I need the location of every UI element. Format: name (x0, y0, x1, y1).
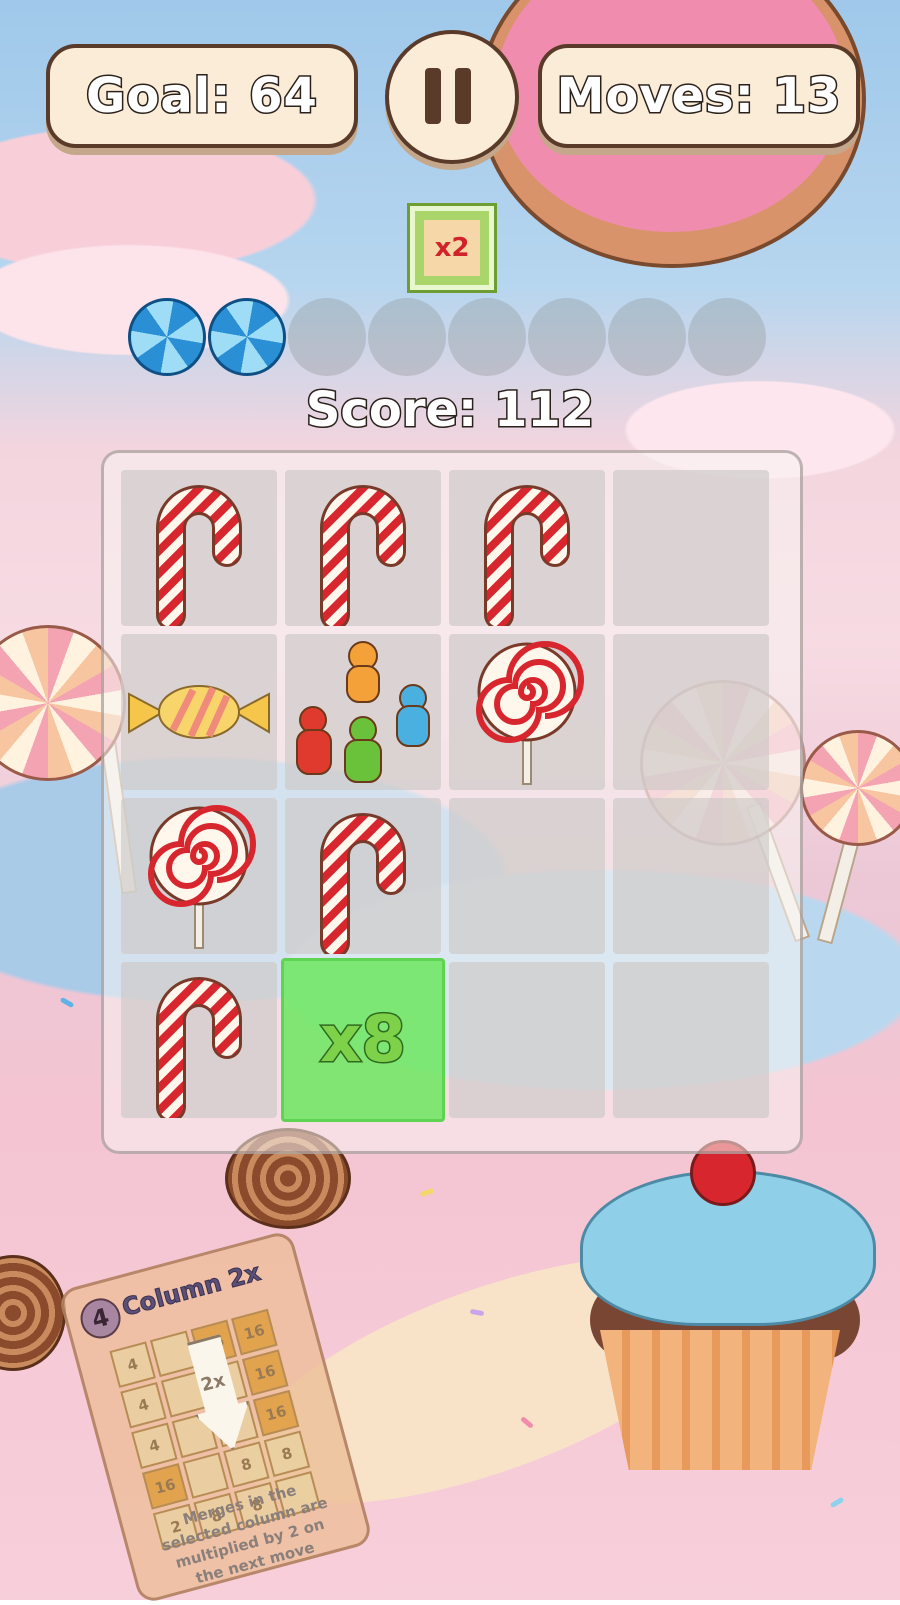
card-mini-tile: 4 (109, 1341, 156, 1388)
multiplier-badge-label: x2 (424, 220, 480, 276)
board-cell-candy-cane[interactable] (121, 470, 277, 626)
empty-orb-slot (288, 298, 366, 376)
board-cell-lollipop[interactable] (449, 634, 605, 790)
empty-orb-slot (528, 298, 606, 376)
score-display: Score: 112 (304, 381, 595, 440)
board-cell-lollipop[interactable] (121, 798, 277, 954)
card-mini-tile (149, 1330, 197, 1378)
empty-orb-slot (688, 298, 766, 376)
board-cell-candy-cane[interactable] (121, 962, 277, 1118)
empty-orb-slot (448, 298, 526, 376)
multiplier-cell[interactable]: x8 (281, 958, 445, 1122)
card-mini-tile (182, 1452, 230, 1499)
multiplier-cell-label: x8 (319, 1002, 408, 1079)
progress-orbs (128, 298, 766, 376)
card-cost: 4 (76, 1293, 126, 1343)
board-cell-wrapped-candy[interactable] (121, 634, 277, 790)
card-mini-tile: 4 (120, 1381, 167, 1429)
card-mini-tile: 16 (252, 1389, 300, 1437)
empty-cell[interactable] (613, 470, 769, 626)
empty-cell[interactable] (613, 798, 769, 954)
empty-cell[interactable] (449, 798, 605, 954)
empty-orb-slot (368, 298, 446, 376)
empty-orb-slot (608, 298, 686, 376)
card-mini-tile: 8 (263, 1430, 311, 1478)
empty-cell[interactable] (449, 962, 605, 1118)
goal-display: Goal: 64 (46, 44, 358, 148)
card-mini-tile: 8 (223, 1441, 270, 1488)
pause-button[interactable] (385, 30, 519, 164)
pause-icon (425, 68, 441, 124)
swirl-orb-icon (208, 298, 286, 376)
card-mini-tile: 16 (141, 1463, 189, 1510)
card-mini-tile: 16 (241, 1349, 289, 1396)
empty-cell[interactable] (613, 634, 769, 790)
swirl-orb-icon (128, 298, 206, 376)
board-cell-gummy-bears[interactable] (285, 634, 441, 790)
game-board: x8 (101, 450, 803, 1154)
multiplier-badge: x2 (407, 203, 497, 293)
moves-counter: Moves: 13 (538, 44, 860, 148)
card-mini-tile: 16 (231, 1308, 278, 1356)
empty-cell[interactable] (613, 962, 769, 1118)
board-cell-candy-cane[interactable] (285, 798, 441, 954)
board-cell-candy-cane[interactable] (449, 470, 605, 626)
card-mini-tile: 4 (131, 1422, 178, 1470)
cupcake-wrapper (600, 1330, 840, 1470)
board-cell-candy-cane[interactable] (285, 470, 441, 626)
